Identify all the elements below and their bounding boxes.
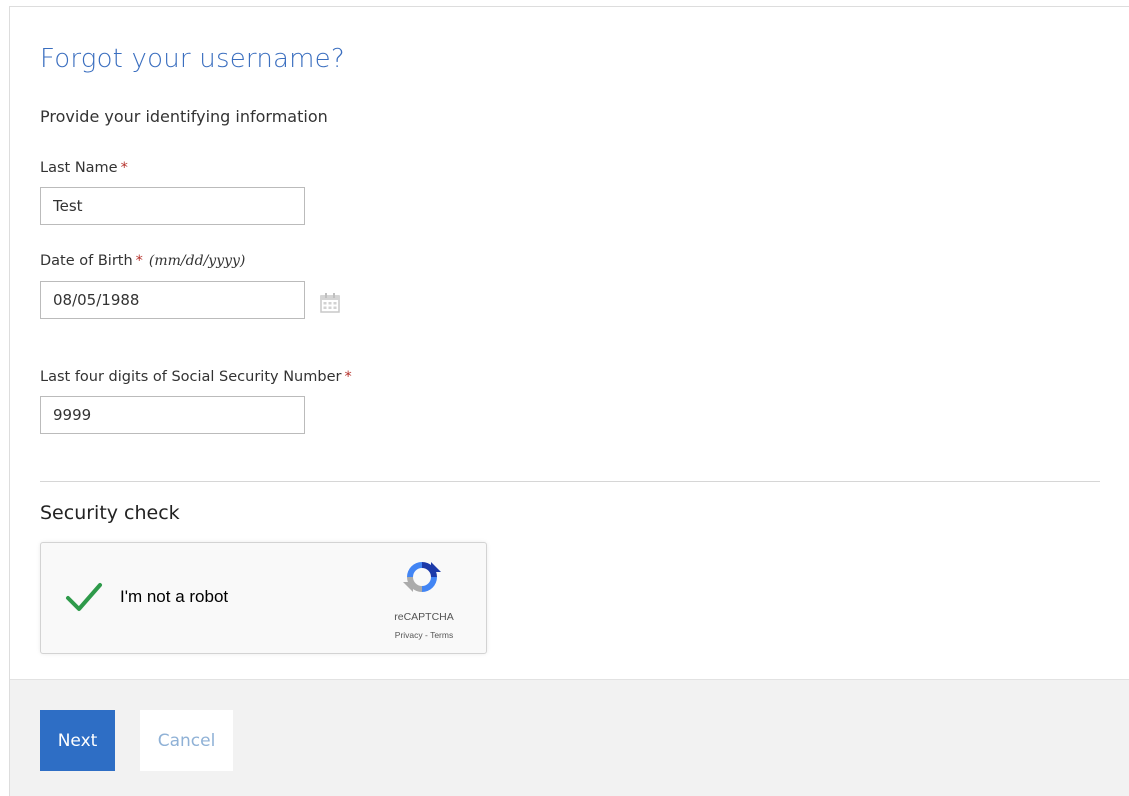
dob-input[interactable] [40, 281, 305, 319]
ssn-input[interactable] [40, 396, 305, 434]
last-name-label: Last Name * [40, 160, 128, 176]
recaptcha-widget: I'm not a robot reCAPTCHA Privacy - Term… [40, 542, 487, 654]
page-title: Forgot your username? [40, 44, 345, 74]
required-marker: * [344, 369, 352, 385]
privacy-link[interactable]: Privacy [395, 630, 423, 640]
terms-link[interactable]: Terms [430, 630, 453, 640]
captcha-links: Privacy - Terms [381, 630, 467, 640]
dob-label-text: Date of Birth [40, 253, 133, 269]
dob-label: Date of Birth * (mm/dd/yyyy) [40, 253, 245, 269]
link-separator: - [422, 630, 431, 640]
last-name-input[interactable] [40, 187, 305, 225]
calendar-icon[interactable] [319, 292, 341, 314]
dob-format-hint: (mm/dd/yyyy) [148, 253, 246, 269]
section-divider [40, 481, 1100, 482]
required-marker: * [135, 253, 143, 269]
last-name-label-text: Last Name [40, 160, 118, 176]
required-marker: * [120, 160, 128, 176]
ssn-label: Last four digits of Social Security Numb… [40, 369, 352, 385]
next-button[interactable]: Next [40, 710, 115, 771]
page-subtitle: Provide your identifying information [40, 107, 328, 126]
captcha-label: I'm not a robot [120, 587, 229, 606]
recaptcha-logo-icon [403, 562, 441, 592]
recaptcha-brand: reCAPTCHA [394, 611, 454, 623]
cancel-button[interactable]: Cancel [140, 710, 233, 771]
ssn-label-text: Last four digits of Social Security Numb… [40, 369, 342, 385]
form-footer: Next Cancel [10, 679, 1129, 796]
checkmark-icon[interactable] [65, 581, 103, 613]
security-check-title: Security check [40, 502, 180, 524]
page-container: Forgot your username? Provide your ident… [9, 6, 1129, 796]
